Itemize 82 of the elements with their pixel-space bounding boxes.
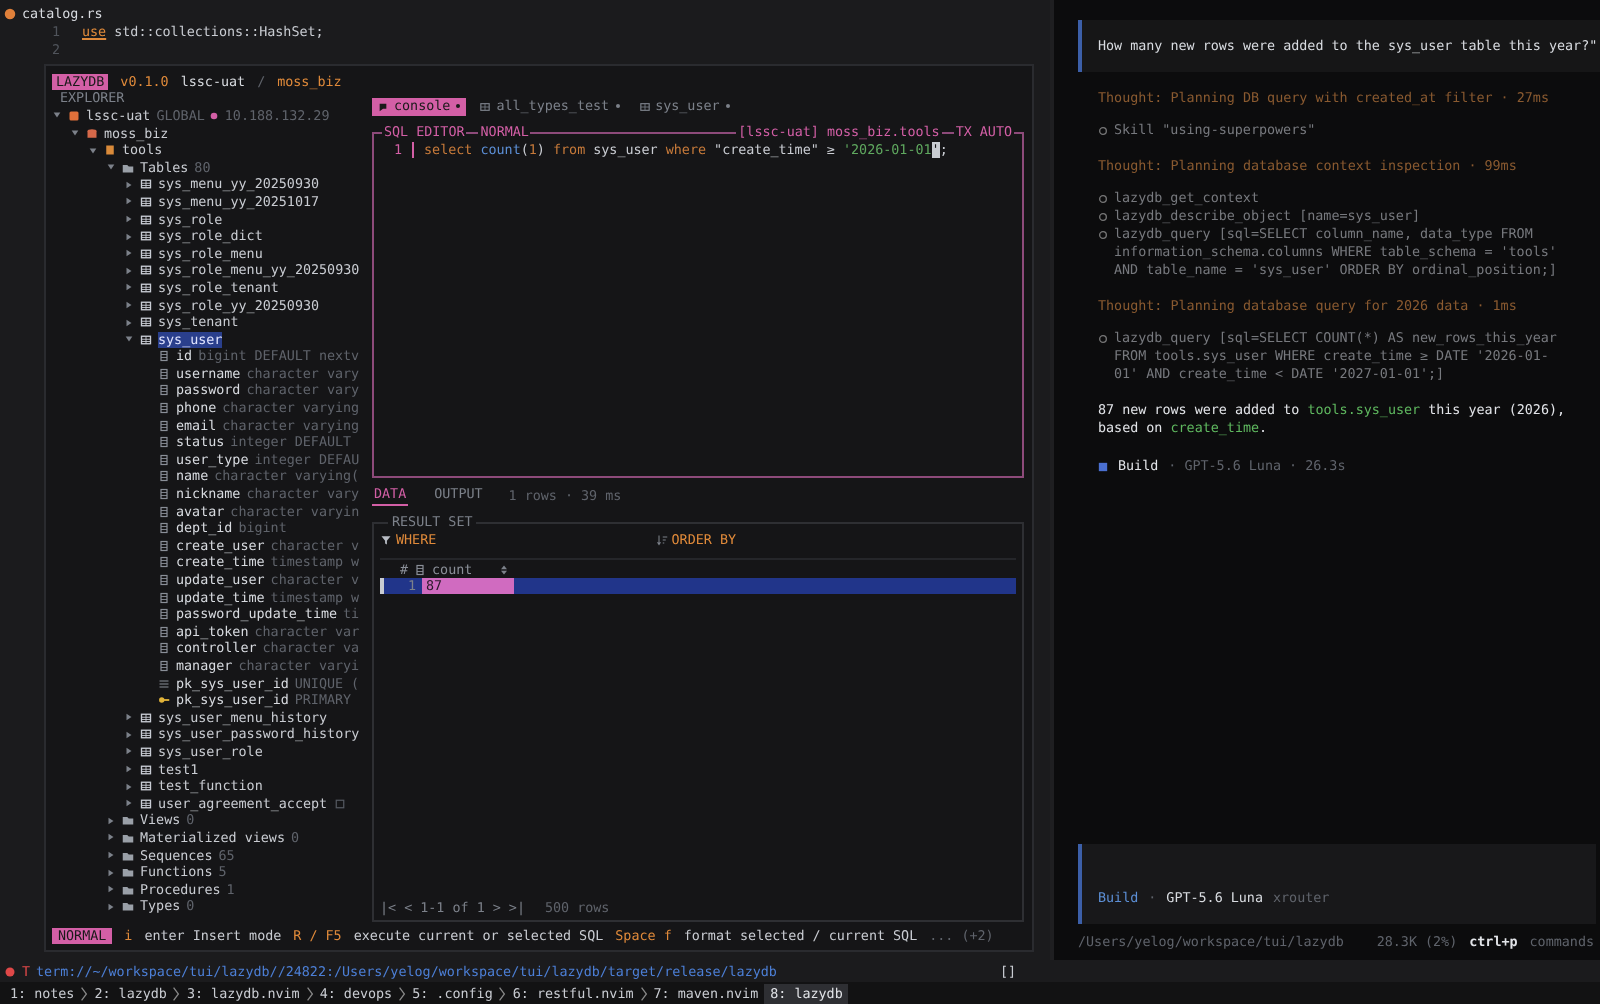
square-icon [1098, 461, 1108, 471]
table-icon [140, 281, 152, 294]
table-icon [140, 299, 152, 312]
column-icon [158, 659, 170, 672]
expander-icon[interactable] [70, 128, 80, 139]
list-icon [158, 677, 170, 690]
expander-icon[interactable] [106, 832, 116, 843]
table-icon [140, 247, 152, 260]
chevron-icon [639, 985, 648, 1001]
expander-icon[interactable] [52, 110, 62, 121]
column-icon [158, 539, 170, 552]
expander-icon[interactable] [124, 196, 134, 207]
filter-icon [380, 533, 392, 545]
expander-icon[interactable] [124, 179, 134, 190]
expander-icon[interactable] [88, 145, 98, 156]
schema-icon [104, 144, 116, 157]
table-icon [140, 728, 152, 741]
column-icon [158, 488, 170, 501]
expander-icon[interactable] [124, 746, 134, 757]
column-icon [158, 384, 170, 397]
expander-icon[interactable] [124, 282, 134, 293]
column-icon [158, 574, 170, 587]
expander-icon[interactable] [106, 815, 116, 826]
column-icon [158, 642, 170, 655]
column-icon [158, 402, 170, 415]
column-icon [158, 591, 170, 604]
expander-icon[interactable] [106, 850, 116, 861]
table-icon [140, 316, 152, 329]
table-icon [140, 711, 152, 724]
column-icon [158, 367, 170, 380]
expander-icon[interactable] [124, 317, 134, 328]
expander-icon[interactable] [106, 901, 116, 912]
table-icon [140, 745, 152, 758]
table-icon [140, 797, 152, 810]
table-icon [140, 195, 152, 208]
column-icon [414, 563, 427, 575]
column-icon [158, 453, 170, 466]
column-icon [158, 470, 170, 483]
column-icon [158, 419, 170, 432]
expander-icon[interactable] [124, 712, 134, 723]
key-icon [158, 694, 170, 707]
table-icon [140, 763, 152, 776]
column-icon [158, 522, 170, 535]
column-icon [158, 625, 170, 638]
table-icon [140, 333, 152, 346]
column-icon [158, 350, 170, 363]
expander-icon[interactable] [124, 214, 134, 225]
column-icon [158, 608, 170, 621]
chevron-icon [80, 985, 89, 1001]
expander-icon[interactable] [124, 764, 134, 775]
table-icon [140, 264, 152, 277]
chevron-icon [498, 985, 507, 1001]
chevron-icon [398, 985, 407, 1001]
folder-icon [122, 161, 134, 174]
expander-icon[interactable] [124, 798, 134, 809]
chat-icon [378, 101, 388, 111]
expander-icon[interactable] [124, 729, 134, 740]
sort-icon [655, 533, 668, 545]
table-icon [480, 101, 491, 111]
expander-icon[interactable] [106, 867, 116, 878]
table-icon [140, 178, 152, 191]
expander-icon[interactable] [124, 248, 134, 259]
expander-icon[interactable] [124, 781, 134, 792]
table-icon [140, 230, 152, 243]
table-icon [140, 213, 152, 226]
column-icon [158, 436, 170, 449]
file-icon [4, 7, 16, 19]
table-icon [140, 780, 152, 793]
expander-icon[interactable] [124, 265, 134, 276]
status-dot [210, 111, 219, 120]
expander-icon[interactable] [124, 231, 134, 242]
chevron-icon [305, 985, 314, 1001]
column-icon [158, 556, 170, 569]
expander-icon[interactable] [106, 162, 116, 173]
expander-icon[interactable] [106, 884, 116, 895]
table-icon [639, 101, 650, 111]
column-icon [158, 505, 170, 518]
expander-icon[interactable] [124, 300, 134, 311]
chevron-icon [172, 985, 181, 1001]
database-icon [86, 127, 98, 140]
server-icon [68, 109, 80, 122]
expander-icon[interactable] [124, 334, 134, 345]
